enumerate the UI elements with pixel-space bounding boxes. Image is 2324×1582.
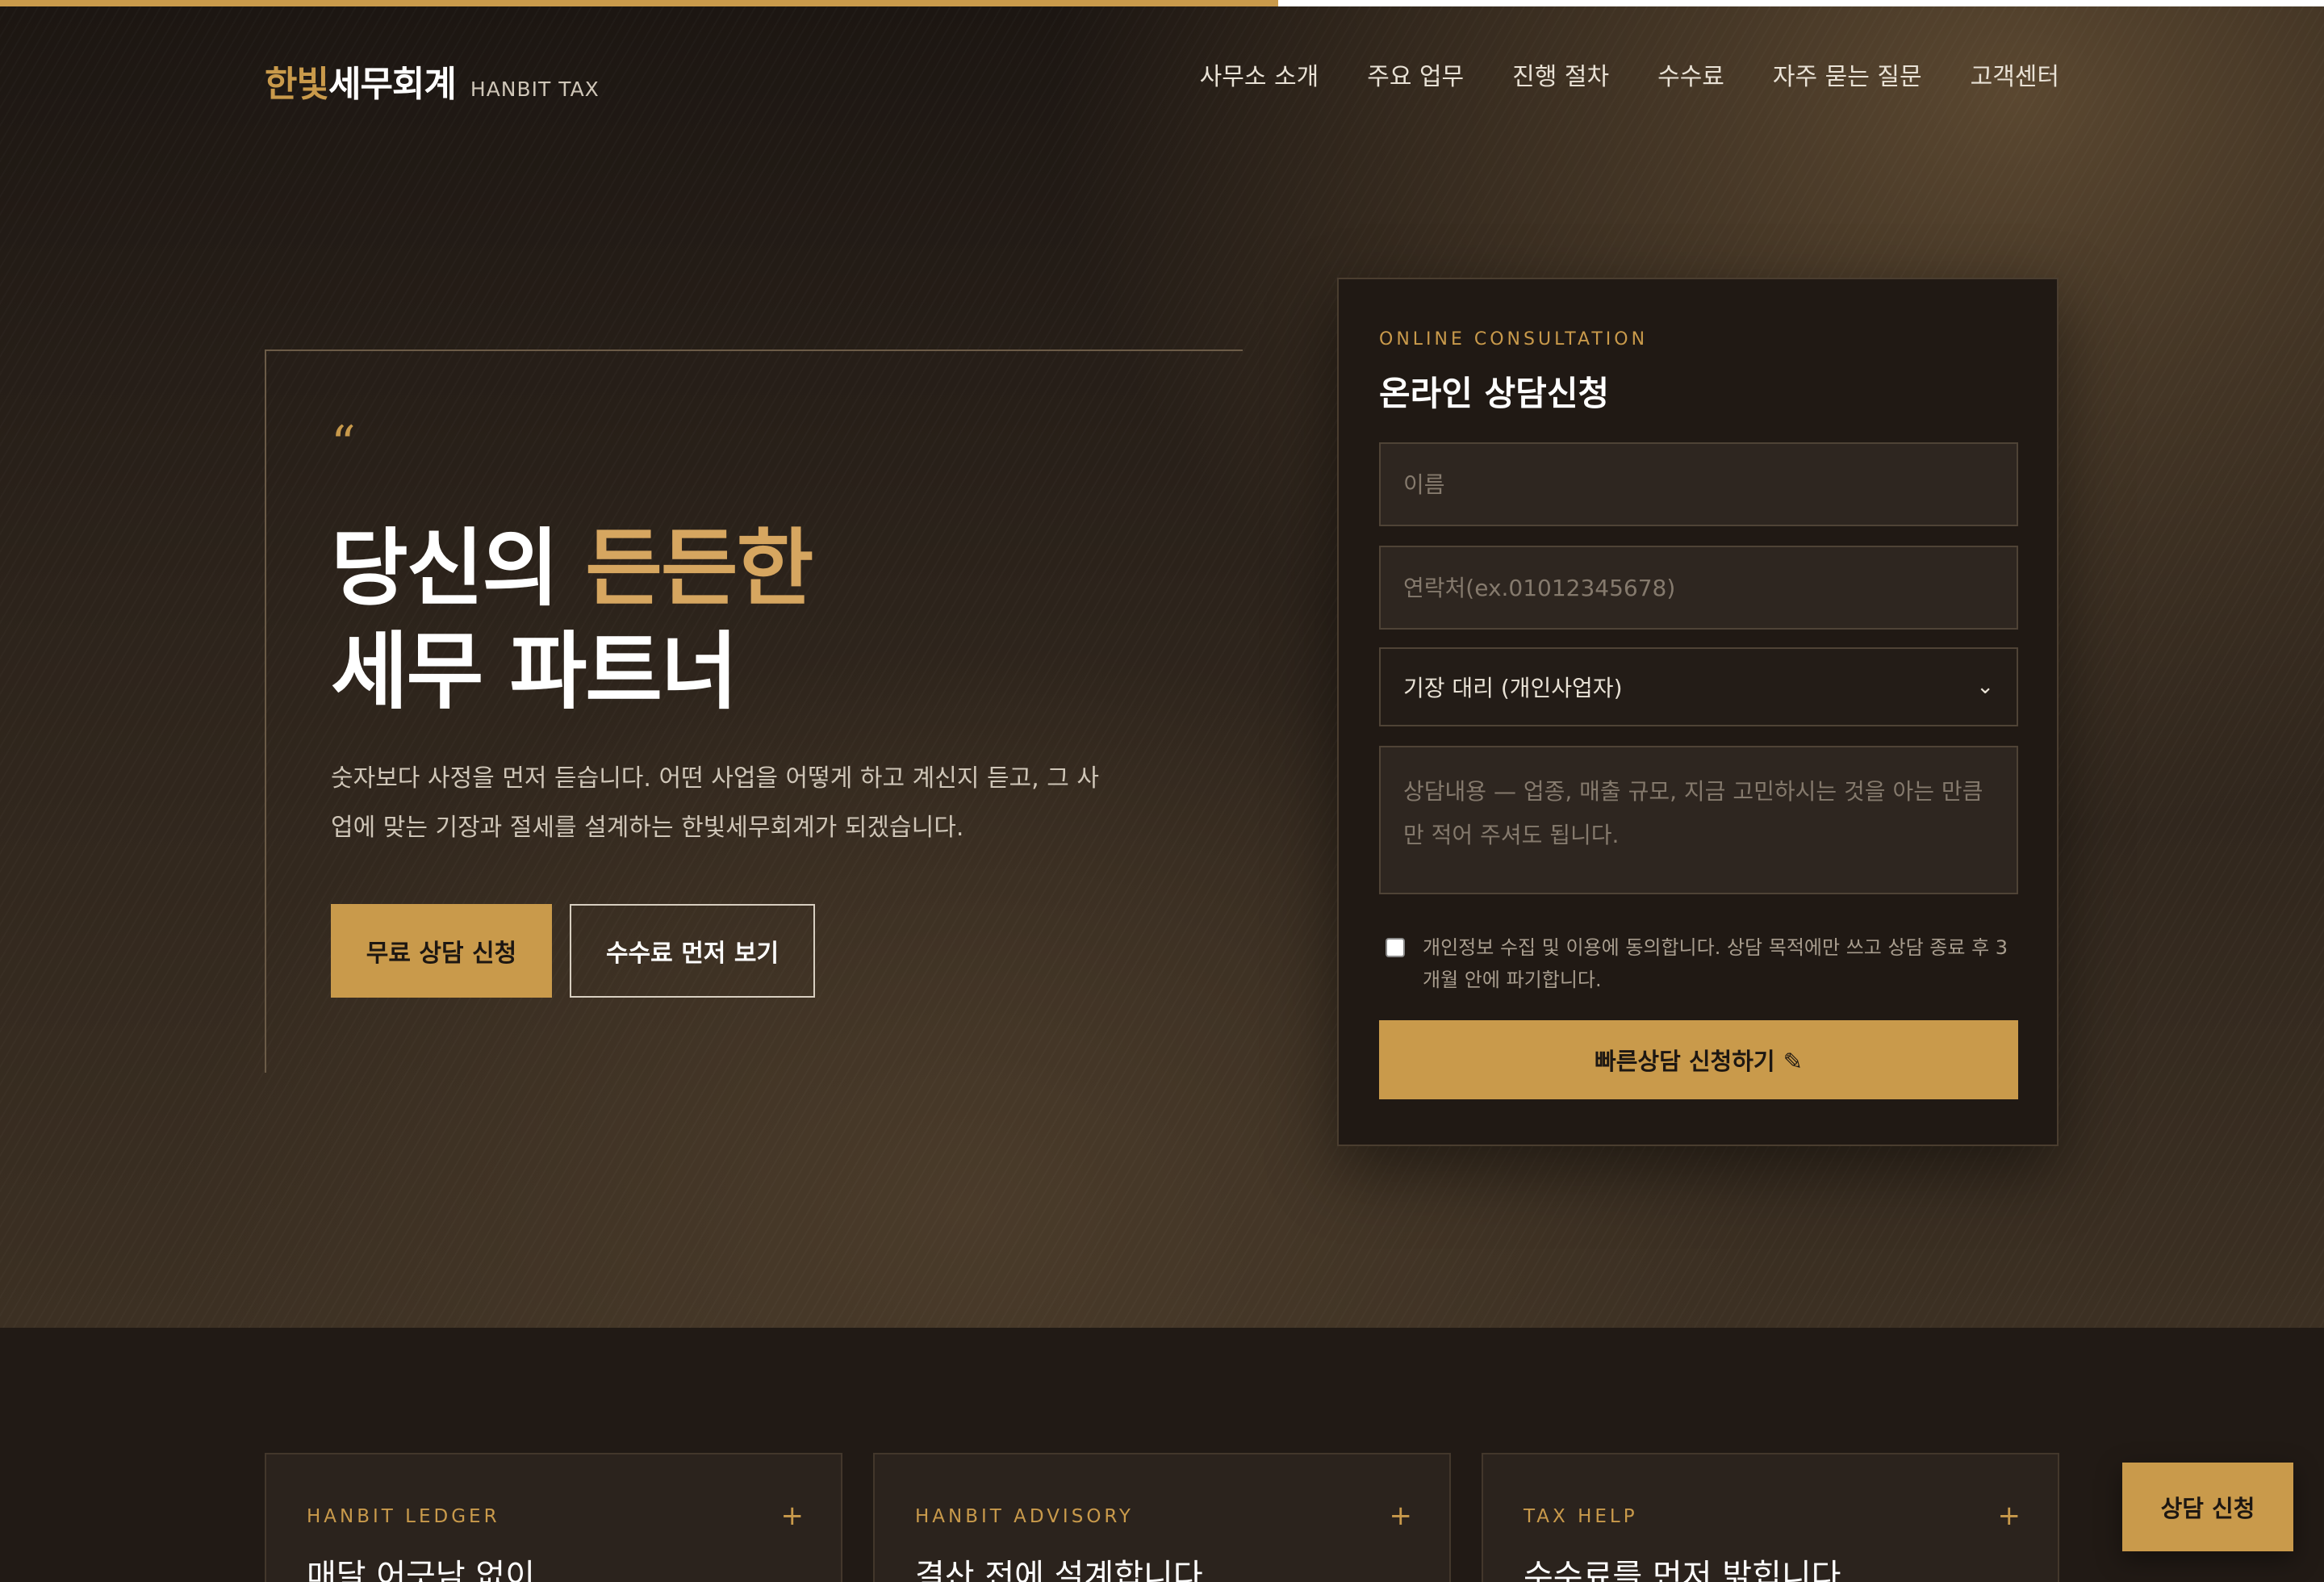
brand-logo[interactable]: 한빛세무회계 HANBIT TAX (265, 55, 600, 107)
hero-title-highlight: 든든한 (585, 518, 813, 617)
hero-title-line2: 세무 파트너 (331, 622, 738, 721)
nav-services[interactable]: 주요 업무 (1367, 56, 1464, 92)
service-card-tax-help[interactable]: TAX HELP + 수수료를 먼저 밝힙니다 (1482, 1453, 2059, 1582)
quick-consult-submit-button[interactable]: 빠른상담 신청하기 ✎ (1379, 1020, 2018, 1099)
name-input[interactable] (1379, 442, 2018, 526)
consultation-form: ONLINE CONSULTATION 온라인 상담신청 기장 대리 (개인사업… (1337, 278, 2059, 1146)
plus-icon[interactable]: + (1998, 1500, 2021, 1532)
service-card-advisory[interactable]: HANBIT ADVISORY + 결산 전에 설계합니다 (873, 1453, 1451, 1582)
quote-mark-icon: “ (331, 416, 356, 472)
main-nav: 사무소 소개 주요 업무 진행 절차 수수료 자주 묻는 질문 고객센터 (1200, 56, 2059, 92)
brand-name: 한빛세무회계 (265, 55, 457, 107)
brand-english: HANBIT TAX (470, 77, 600, 101)
consent-text: 개인정보 수집 및 이용에 동의합니다. 상담 목적에만 쓰고 상담 종료 후 … (1423, 936, 2008, 991)
brand-name-accent: 한빛 (265, 64, 329, 105)
consent-row: 개인정보 수집 및 이용에 동의합니다. 상담 목적에만 쓰고 상담 종료 후 … (1386, 931, 2015, 996)
card-title: 결산 전에 설계합니다 (915, 1558, 1203, 1582)
service-card-ledger[interactable]: HANBIT LEDGER + 매달 어긋남 없이 (265, 1453, 842, 1582)
plus-icon[interactable]: + (1390, 1500, 1413, 1532)
nav-about[interactable]: 사무소 소개 (1200, 56, 1319, 92)
brand-name-rest: 세무회계 (328, 64, 457, 105)
card-title: 매달 어긋남 없이 (307, 1558, 536, 1582)
nav-support[interactable]: 고객센터 (1971, 56, 2059, 92)
scroll-progress-bar (0, 0, 2324, 6)
phone-input[interactable] (1379, 546, 2018, 630)
form-kicker: ONLINE CONSULTATION (1379, 329, 1649, 349)
free-consult-button[interactable]: 무료 상담 신청 (331, 904, 552, 998)
card-kicker: HANBIT ADVISORY (915, 1506, 1134, 1527)
card-kicker: TAX HELP (1524, 1506, 1638, 1527)
service-select-value: 기장 대리 (개인사업자) (1403, 675, 1623, 701)
card-kicker: HANBIT LEDGER (307, 1506, 500, 1527)
consent-checkbox[interactable] (1386, 938, 1405, 957)
quote-frame-top (265, 349, 1243, 351)
service-select[interactable]: 기장 대리 (개인사업자) ⌄ (1379, 647, 2018, 726)
hero-section: 한빛세무회계 HANBIT TAX 사무소 소개 주요 업무 진행 절차 수수료… (0, 0, 2324, 1328)
hero-title-part1: 당신의 (331, 518, 586, 617)
plus-icon[interactable]: + (781, 1500, 805, 1532)
message-textarea[interactable] (1379, 746, 2018, 894)
chevron-down-icon: ⌄ (1976, 675, 1994, 699)
nav-process[interactable]: 진행 절차 (1512, 56, 1609, 92)
form-title: 온라인 상담신청 (1379, 374, 1610, 413)
nav-faq[interactable]: 자주 묻는 질문 (1773, 56, 1922, 92)
scroll-progress-fill (0, 0, 1278, 6)
quote-frame-left (265, 349, 266, 1073)
hero-description: 숫자보다 사정을 먼저 듣습니다. 어떤 사업을 어떻게 하고 계신지 듣고, … (331, 764, 1099, 842)
card-title: 수수료를 먼저 밝힙니다 (1524, 1558, 1841, 1582)
nav-fees[interactable]: 수수료 (1657, 56, 1724, 92)
hero-title: 당신의 든든한 세무 파트너 (331, 517, 813, 723)
view-fees-button[interactable]: 수수료 먼저 보기 (570, 904, 815, 998)
floating-consult-button[interactable]: 상담 신청 (2122, 1463, 2293, 1551)
